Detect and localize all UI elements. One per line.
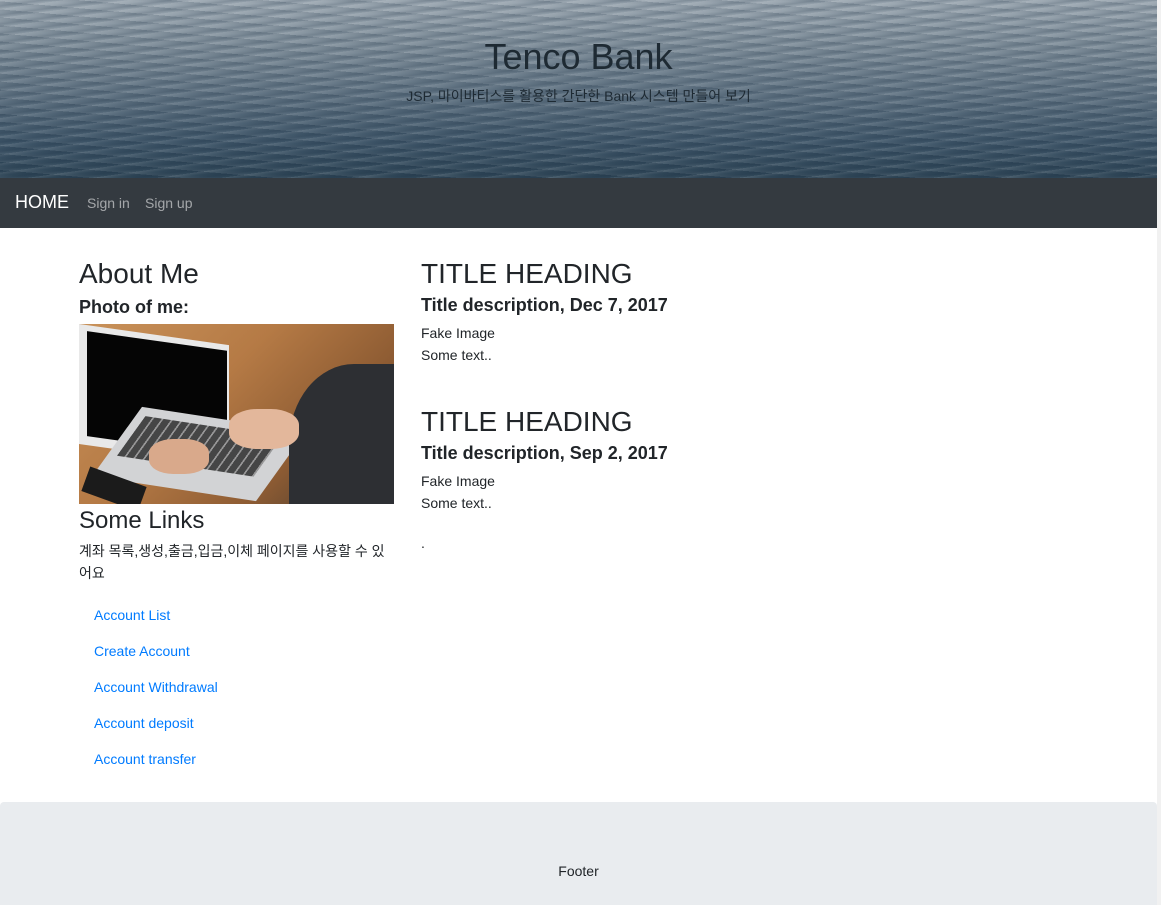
- hand: [149, 439, 209, 474]
- post-body: Some text..: [421, 495, 492, 511]
- account-links: Account List Create Account Account With…: [79, 605, 394, 785]
- list-item: Account transfer: [94, 749, 394, 785]
- list-item: Create Account: [94, 641, 394, 677]
- list-item: Account deposit: [94, 713, 394, 749]
- nav-sign-in-link[interactable]: Sign in: [87, 195, 130, 211]
- trailing-text: .: [421, 535, 425, 551]
- post: TITLE HEADING Title description, Sep 2, …: [421, 406, 1121, 514]
- post-image-placeholder: Fake Image: [421, 325, 495, 341]
- account-list-link[interactable]: Account List: [94, 607, 170, 623]
- person-sleeve: [289, 364, 394, 504]
- footer-text: Footer: [558, 863, 599, 879]
- about-title: About Me: [79, 258, 199, 289]
- main-content: TITLE HEADING Title description, Dec 7, …: [421, 258, 1121, 550]
- page-footer: Footer: [0, 802, 1157, 905]
- post-body: Some text..: [421, 347, 492, 363]
- post-description: Title description, Sep 2, 2017: [421, 443, 668, 463]
- post-image-placeholder: Fake Image: [421, 473, 495, 489]
- hand: [229, 409, 299, 449]
- post-heading: TITLE HEADING: [421, 258, 633, 289]
- post-description: Title description, Dec 7, 2017: [421, 295, 668, 315]
- photo-label: Photo of me:: [79, 297, 189, 317]
- account-deposit-link[interactable]: Account deposit: [94, 715, 194, 731]
- site-title: Tenco Bank: [484, 36, 673, 77]
- vertical-scrollbar[interactable]: [1157, 0, 1161, 905]
- list-item: Account List: [94, 605, 394, 641]
- create-account-link[interactable]: Create Account: [94, 643, 190, 659]
- site-subtitle: JSP, 마이바티스를 활용한 간단한 Bank 시스템 만들어 보기: [406, 88, 751, 104]
- header-banner: Tenco Bank JSP, 마이바티스를 활용한 간단한 Bank 시스템 …: [0, 0, 1157, 178]
- sidebar: About Me Photo of me: Some Links 계좌 목록,생…: [79, 258, 394, 785]
- links-description: 계좌 목록,생성,출금,입금,이체 페이지를 사용할 수 있어요: [79, 543, 385, 581]
- profile-photo: [79, 324, 394, 504]
- nav-home-link[interactable]: HOME: [15, 192, 69, 213]
- account-transfer-link[interactable]: Account transfer: [94, 751, 196, 767]
- list-item: Account Withdrawal: [94, 677, 394, 713]
- account-withdrawal-link[interactable]: Account Withdrawal: [94, 679, 218, 695]
- post-heading: TITLE HEADING: [421, 406, 633, 437]
- nav-sign-up-link[interactable]: Sign up: [145, 195, 192, 211]
- top-navbar: HOME Sign in Sign up: [0, 178, 1157, 228]
- links-title: Some Links: [79, 507, 205, 534]
- post: TITLE HEADING Title description, Dec 7, …: [421, 258, 1121, 366]
